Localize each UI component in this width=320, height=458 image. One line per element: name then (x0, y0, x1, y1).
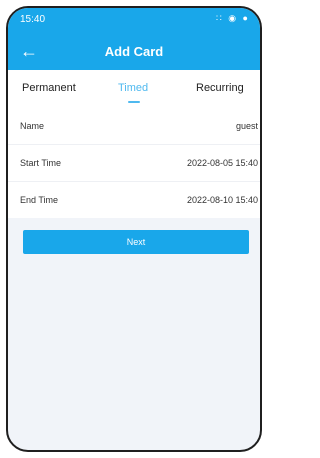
tab-indicator (128, 101, 140, 103)
phone-frame: 15:40 ∷ ◉ ● ← Add Card Permanent Timed R… (6, 6, 262, 452)
tab-permanent[interactable]: Permanent (22, 82, 76, 94)
name-value[interactable]: guest (236, 121, 258, 131)
start-time-value[interactable]: 2022-08-05 15:40 (187, 158, 258, 168)
page-title: Add Card (104, 44, 164, 59)
start-time-row[interactable]: Start Time 2022-08-05 15:40 (8, 144, 260, 181)
name-row[interactable]: Name guest (8, 108, 260, 144)
end-time-row[interactable]: End Time 2022-08-10 15:40 (8, 181, 260, 218)
next-button[interactable]: Next (23, 230, 249, 254)
tab-timed[interactable]: Timed (118, 82, 148, 94)
status-icons: ∷ ◉ ● (215, 13, 250, 23)
app-header: 15:40 ∷ ◉ ● ← Add Card (8, 8, 260, 70)
name-label: Name (20, 121, 45, 131)
tab-recurring[interactable]: Recurring (196, 82, 244, 94)
status-time: 15:40 (20, 14, 46, 25)
start-time-label: Start Time (20, 158, 62, 168)
end-time-label: End Time (20, 195, 59, 205)
end-time-value[interactable]: 2022-08-10 15:40 (187, 195, 258, 205)
form-rows: Name guest Start Time 2022-08-05 15:40 E… (8, 108, 260, 218)
card-type-tabs: Permanent Timed Recurring (8, 70, 260, 108)
